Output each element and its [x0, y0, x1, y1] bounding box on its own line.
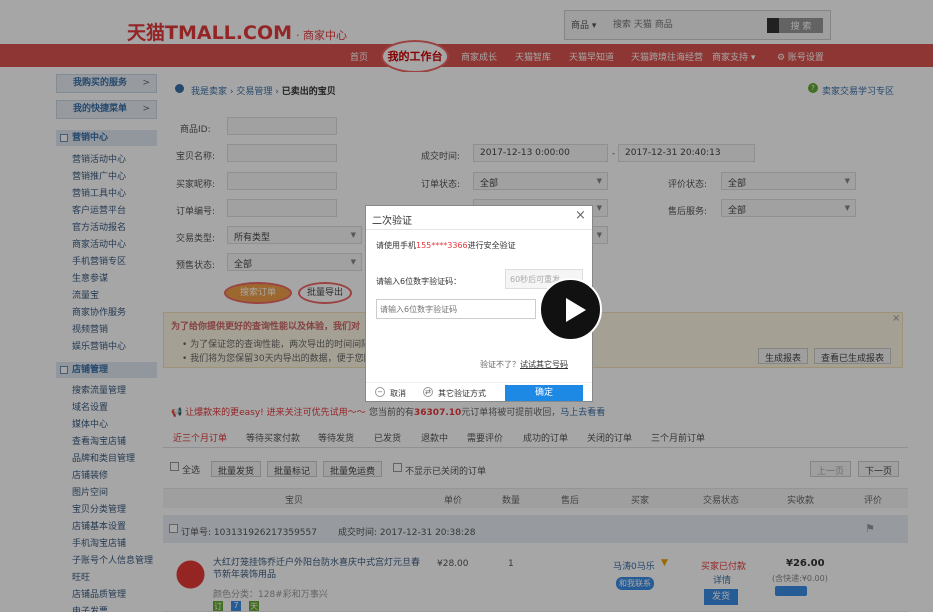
- masked-phone: 155****3366: [416, 241, 468, 250]
- dialog-title: 二次验证: [372, 216, 412, 227]
- verify-instruction: 请使用手机155****3366进行安全验证: [376, 240, 516, 251]
- cancel-button[interactable]: 取消: [390, 388, 406, 399]
- other-method-button[interactable]: 其它验证方式: [438, 388, 486, 399]
- no-code-text: 验证不了？: [480, 360, 520, 369]
- verification-code-input[interactable]: [376, 299, 536, 319]
- dialog-divider: [366, 382, 592, 383]
- close-icon[interactable]: ×: [575, 208, 586, 223]
- help-text: 验证不了？试试其它号码: [480, 359, 568, 370]
- instruction-prefix: 请使用手机: [376, 241, 416, 250]
- instruction-suffix: 进行安全验证: [467, 241, 516, 250]
- cancel-icon: −: [375, 387, 385, 397]
- play-icon: [566, 298, 586, 322]
- try-other-number-link[interactable]: 试试其它号码: [520, 360, 568, 369]
- swap-icon: ⇄: [423, 387, 433, 397]
- play-video-button[interactable]: [539, 278, 602, 341]
- dialog-header: 二次验证 ×: [366, 206, 592, 230]
- code-label: 请输入6位数字验证码：: [376, 277, 462, 286]
- confirm-button[interactable]: 确定: [505, 385, 583, 401]
